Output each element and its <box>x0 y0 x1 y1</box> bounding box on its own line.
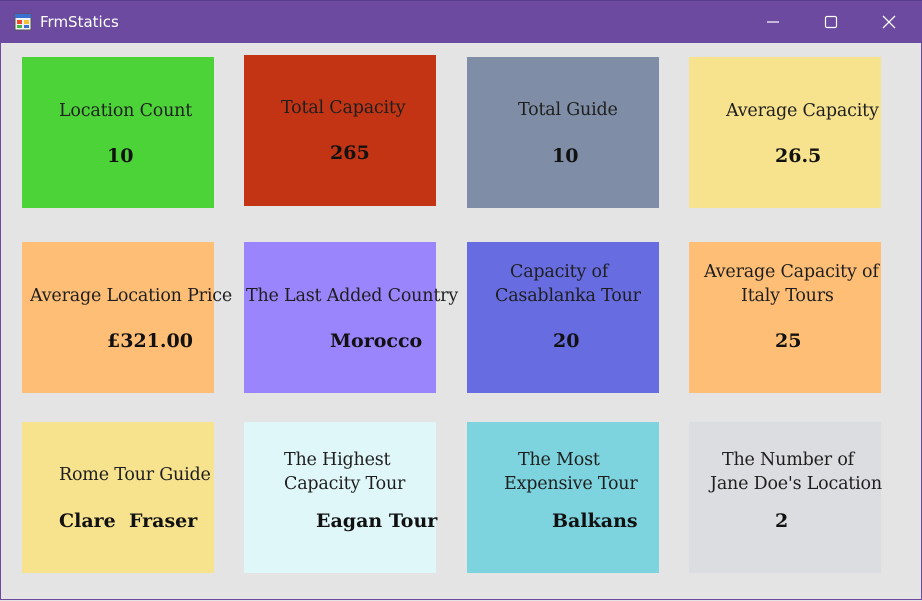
card-label: Average Location Price <box>30 286 232 306</box>
card-italy-capacity: Average Capacity of Italy Tours 25 <box>689 242 881 393</box>
close-icon <box>882 15 896 29</box>
card-highest-capacity-tour: The Highest Capacity Tour Eagan Tour <box>244 422 438 573</box>
card-average-capacity: Average Capacity 26.5 <box>689 57 881 208</box>
card-value: 10 <box>107 145 134 167</box>
card-label: Total Guide <box>518 100 618 120</box>
card-label: Average Capacity <box>726 101 879 121</box>
card-value: Balkans <box>552 510 638 532</box>
card-label: Italy Tours <box>741 286 834 306</box>
card-value: £321.00 <box>107 330 193 352</box>
card-label: Jane Doe's Location <box>710 474 882 494</box>
card-label: The Highest <box>284 450 391 470</box>
minimize-button[interactable] <box>744 1 802 44</box>
card-label: The Last Added Country <box>246 286 459 306</box>
maximize-button[interactable] <box>802 1 860 44</box>
card-label: Location Count <box>59 101 193 121</box>
card-label: Rome Tour Guide <box>59 465 211 485</box>
card-last-added-country: The Last Added Country Morocco <box>244 242 458 393</box>
card-value: 265 <box>330 142 370 164</box>
card-value: 10 <box>552 145 579 167</box>
card-label: The Number of <box>722 450 854 470</box>
card-value: Eagan Tour <box>316 510 438 532</box>
close-button[interactable] <box>860 1 918 44</box>
form-app-icon[interactable] <box>14 13 32 31</box>
card-value: 20 <box>553 330 580 352</box>
card-value: Morocco <box>330 330 423 352</box>
card-label: Casablanka Tour <box>495 286 641 306</box>
card-label: Capacity of <box>510 262 609 282</box>
window-title: FrmStatics <box>40 13 119 31</box>
minimize-icon <box>767 21 779 23</box>
card-average-location-price: Average Location Price £321.00 <box>22 242 232 393</box>
card-casablanka-capacity: Capacity of Casablanka Tour 20 <box>467 242 659 393</box>
card-label: Average Capacity of <box>704 262 879 282</box>
card-label: The Most <box>518 450 600 470</box>
card-value: 26.5 <box>775 145 822 167</box>
card-jane-doe-locations: The Number of Jane Doe's Location 2 <box>689 422 882 573</box>
card-value: 25 <box>775 330 802 352</box>
card-location-count: Location Count 10 <box>22 57 214 208</box>
card-value: 2 <box>775 510 789 532</box>
maximize-icon <box>824 15 838 29</box>
card-value: Clare Fraser <box>59 510 198 532</box>
card-total-capacity: Total Capacity 265 <box>244 55 436 206</box>
card-total-guide: Total Guide 10 <box>467 57 659 208</box>
card-rome-tour-guide: Rome Tour Guide Clare Fraser <box>22 422 214 573</box>
card-label: Total Capacity <box>281 98 406 118</box>
title-bar[interactable]: FrmStatics <box>0 0 922 43</box>
card-label: Expensive Tour <box>504 474 638 494</box>
card-most-expensive-tour: The Most Expensive Tour Balkans <box>467 422 659 573</box>
card-label: Capacity Tour <box>284 474 406 494</box>
